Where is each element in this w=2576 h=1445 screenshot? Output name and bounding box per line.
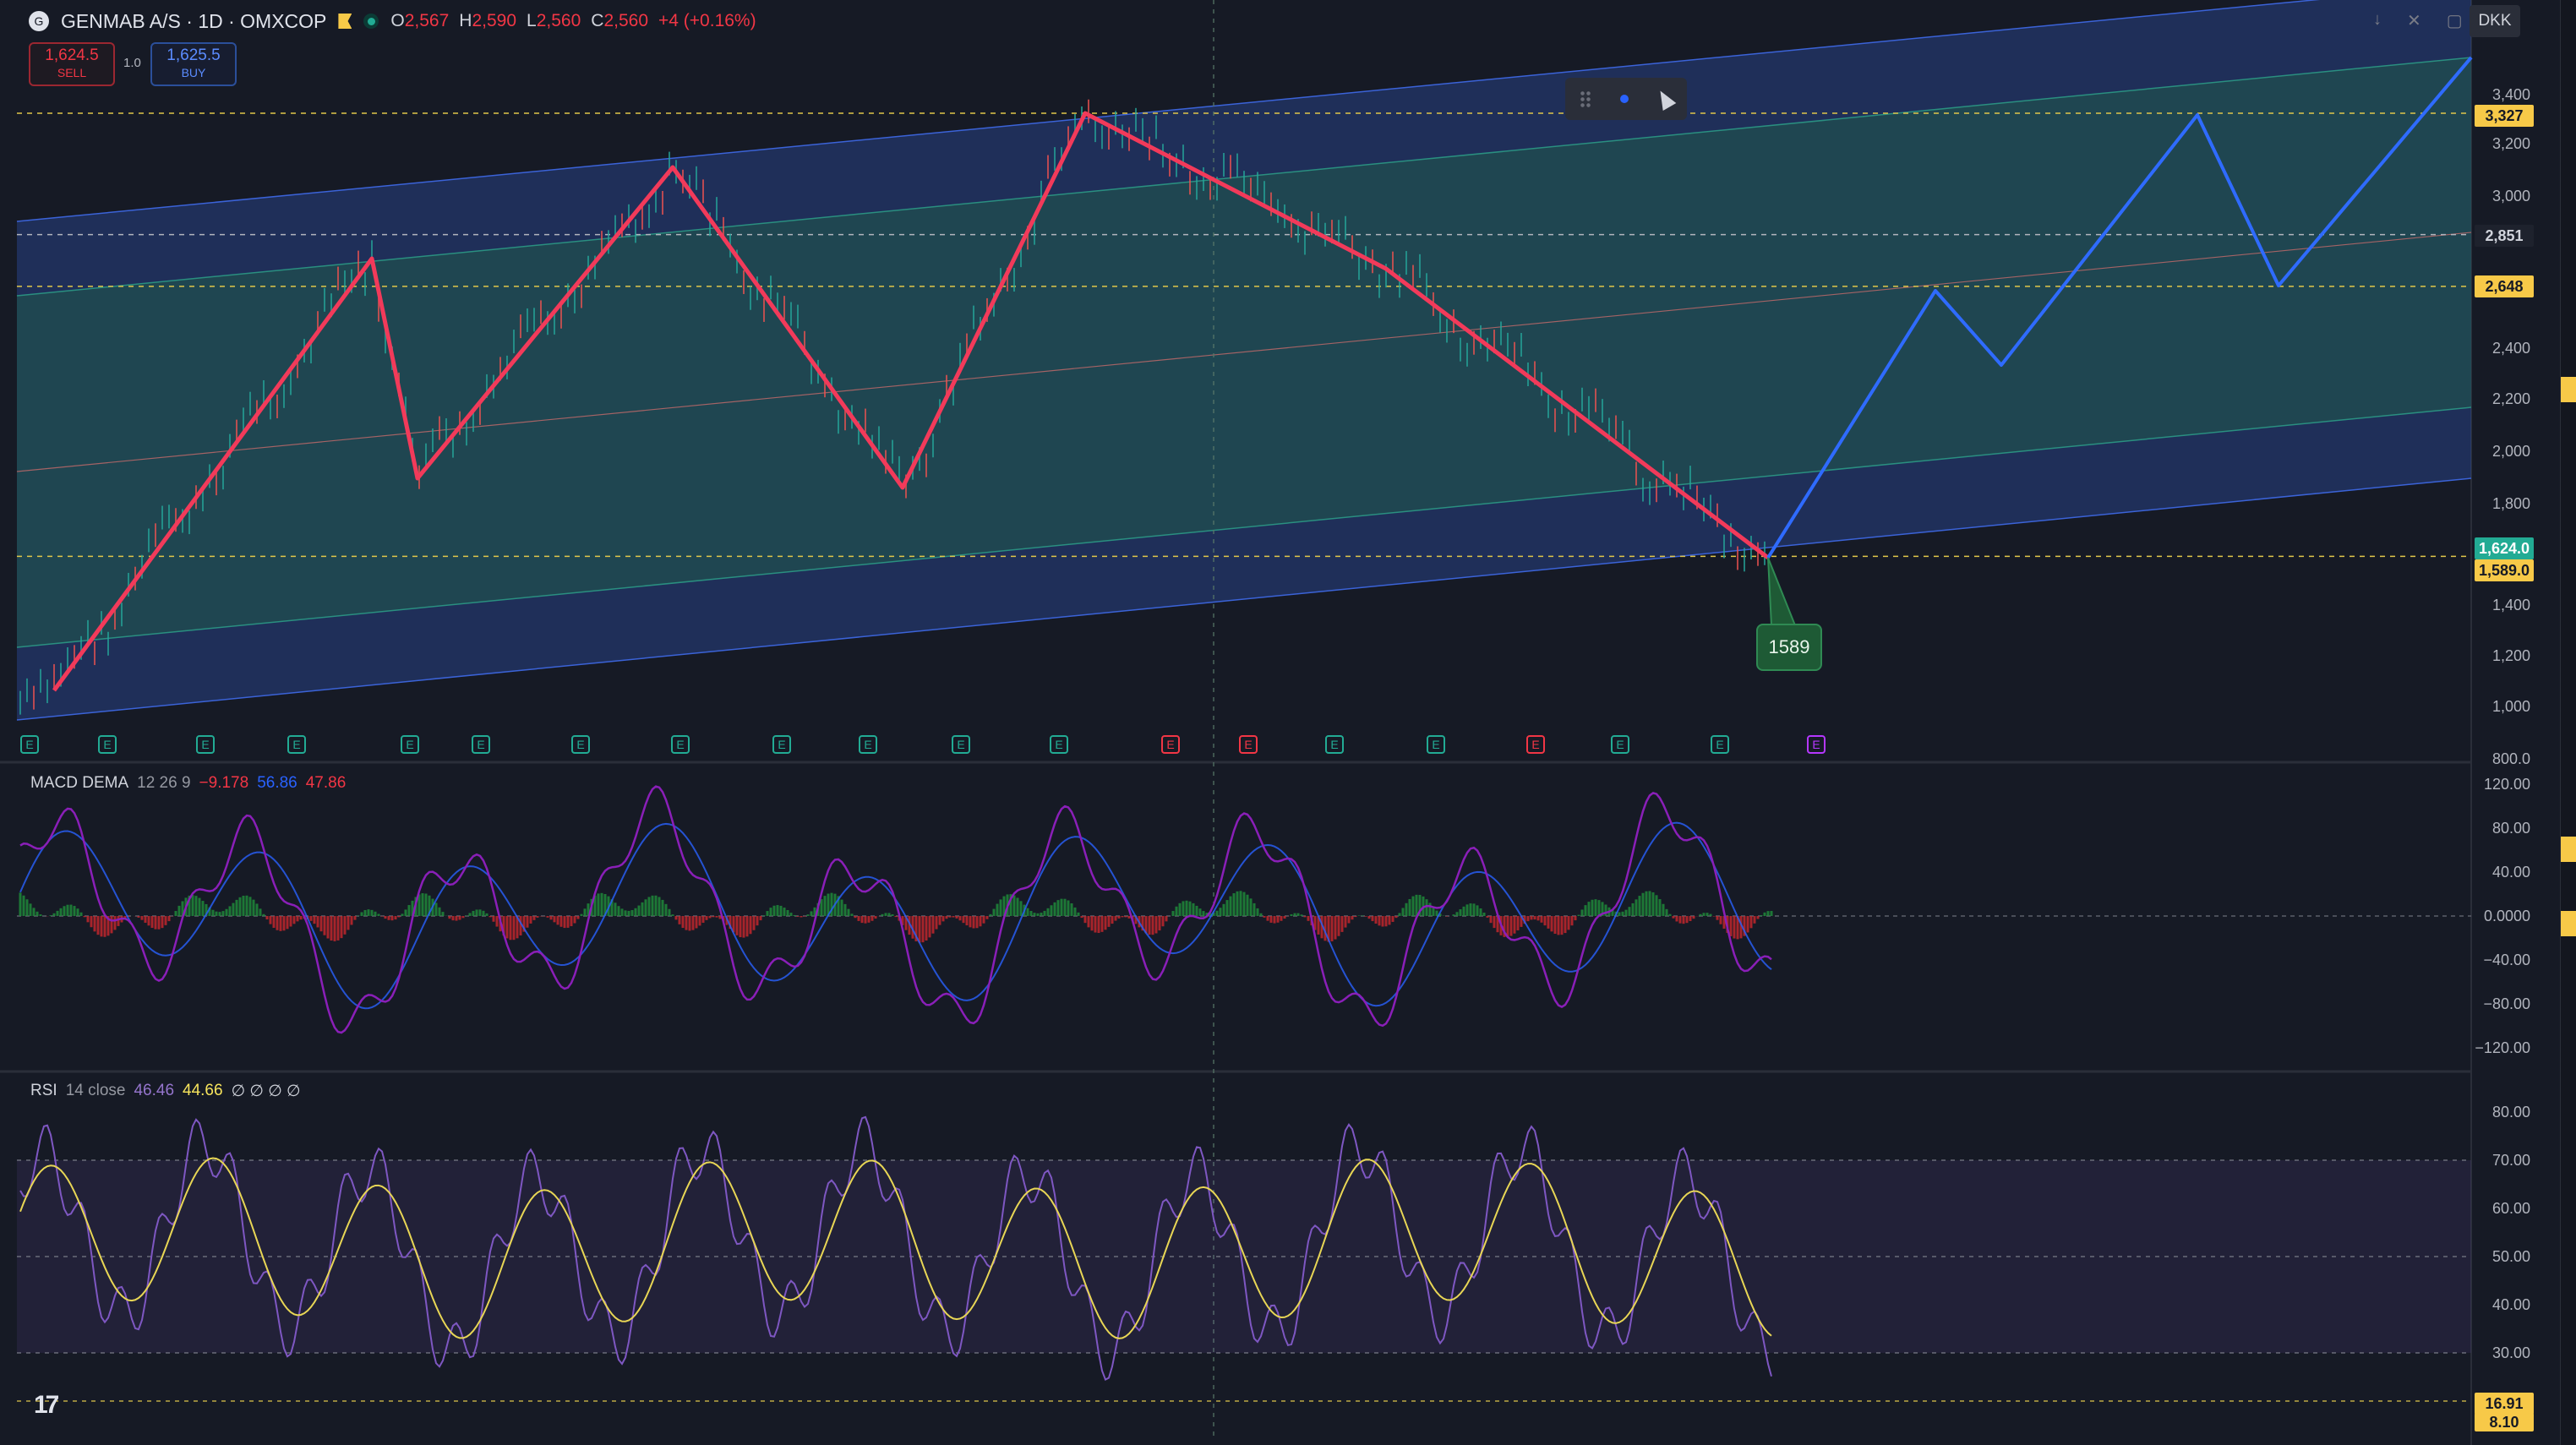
earnings-marker-icon[interactable]: E [859,735,877,754]
symbol-header: G GENMAB A/S · 1D · OMXCOP O2,567 H2,590… [29,8,756,34]
drag-handle-icon[interactable] [1580,90,1591,107]
earnings-marker-icon[interactable]: E [401,735,419,754]
macd-line [19,785,1772,1034]
collapse-icon[interactable]: ✕ [2407,10,2421,31]
macd-params: 12 26 9 [137,774,191,792]
arrow-down-icon[interactable]: ↓ [2373,10,2382,31]
buy-price: 1,625.5 [166,46,221,64]
macd-axis-label: 80.00 [2491,820,2530,837]
color-dot-icon[interactable] [1620,95,1629,103]
price-change: +4 (+0.16%) [658,11,756,30]
rsi-name: RSI [30,1082,57,1099]
sell-price: 1,624.5 [45,46,99,64]
earnings-marker-icon[interactable]: E [952,735,970,754]
ohlc-open: O2,567 [390,11,450,30]
rsi-tag-top: 16.91 [2475,1393,2534,1415]
price-axis-label: 1,200 [2491,647,2530,664]
price-callout[interactable]: 1589 [1756,624,1822,671]
macd-axis-label: −120.00 [2475,1039,2530,1056]
price-tag: 1,589.0 [2475,559,2534,581]
price-axis-label: 1,000 [2491,698,2530,715]
price-axis-label: 1,400 [2491,597,2530,613]
price-tag: 1,624.0 [2475,537,2534,559]
macd-axis-label: 0.0000 [2483,908,2530,924]
cursor-icon[interactable] [1653,86,1677,112]
macd-value-3: 47.86 [305,774,347,792]
macd-axis-label: 40.00 [2491,864,2530,881]
price-tag: 3,327 [2475,105,2534,127]
earnings-marker-icon[interactable]: E [1050,735,1068,754]
macd-axis-label: −40.00 [2483,952,2530,968]
buy-label: BUY [181,66,206,79]
maximize-icon[interactable]: ▢ [2447,10,2463,31]
price-axis-label: 2,400 [2491,340,2530,357]
rsi-value-1: 46.46 [134,1082,175,1099]
rsi-tag-bottom: 8.10 [2475,1413,2534,1431]
earnings-marker-icon[interactable]: E [472,735,490,754]
rsi-axis-label: 40.00 [2491,1296,2530,1313]
live-status-icon [363,14,379,29]
chart-canvas[interactable] [0,0,2576,1445]
earnings-marker-icon[interactable]: E [571,735,590,754]
earnings-marker-icon[interactable]: E [1807,735,1826,754]
earnings-marker-icon[interactable]: E [196,735,215,754]
macd-value-2: 56.86 [257,774,297,792]
price-axis-label: 3,000 [2491,188,2530,204]
rsi-axis-label: 80.00 [2491,1104,2530,1121]
macd-value-1: −9.178 [199,774,249,792]
sidebar-marker-3[interactable] [2561,911,2576,936]
rsi-value-2: 44.66 [183,1082,223,1099]
currency-button[interactable]: DKK [2470,5,2520,37]
price-axis-label: 3,200 [2491,135,2530,152]
rsi-axis-label: 50.00 [2491,1248,2530,1265]
sidebar-marker-1[interactable] [2561,377,2576,402]
tradingview-logo-icon[interactable]: 17 [34,1391,59,1420]
earnings-marker-icon[interactable]: E [772,735,791,754]
sidebar-marker-2[interactable] [2561,837,2576,862]
earnings-marker-icon[interactable]: E [1325,735,1344,754]
price-tag: 2,851 [2475,225,2534,247]
earnings-marker-icon[interactable]: E [98,735,117,754]
earnings-marker-icon[interactable]: E [1427,735,1445,754]
flag-icon[interactable] [338,14,352,29]
floating-drawing-toolbar[interactable] [1565,78,1687,120]
spread-value: 1.0 [123,56,141,70]
sell-button[interactable]: 1,624.5 SELL [29,42,115,86]
price-axis-label: 2,200 [2491,390,2530,407]
ohlc-low: L2,560 [527,11,581,30]
earnings-marker-icon[interactable]: E [287,735,306,754]
rsi-extra: ∅ ∅ ∅ ∅ [231,1082,301,1100]
genmab-logo-icon: G [29,11,49,31]
earnings-marker-icon[interactable]: E [671,735,690,754]
sell-label: SELL [57,66,87,79]
price-axis-label: 800.0 [2491,750,2530,767]
macd-name: MACD DEMA [30,774,129,792]
price-axis-label: 2,000 [2491,443,2530,460]
earnings-marker-icon[interactable]: E [1711,735,1729,754]
price-axis-label: 1,800 [2491,495,2530,512]
rsi-axis-label: 30.00 [2491,1344,2530,1361]
rsi-legend[interactable]: RSI 14 close 46.46 44.66 ∅ ∅ ∅ ∅ [30,1082,301,1101]
buy-button[interactable]: 1,625.5 BUY [150,42,237,86]
price-axis-label: 3,400 [2491,86,2530,103]
price-tag: 2,648 [2475,275,2534,297]
macd-axis-label: 120.00 [2483,776,2530,793]
rsi-params: 14 close [65,1082,126,1099]
right-sidebar[interactable] [2560,0,2576,1445]
earnings-marker-icon[interactable]: E [1239,735,1258,754]
earnings-marker-icon[interactable]: E [1611,735,1629,754]
earnings-marker-icon[interactable]: E [1526,735,1545,754]
ohlc-high: H2,590 [459,11,517,30]
ohlc-values: O2,567 H2,590 L2,560 C2,560 +4 (+0.16%) [390,11,756,31]
pane-controls: ↓ ✕ ▢ [2373,10,2463,31]
macd-axis-label: −80.00 [2483,995,2530,1012]
rsi-axis-label: 70.00 [2491,1152,2530,1169]
earnings-marker-icon[interactable]: E [1161,735,1180,754]
macd-legend[interactable]: MACD DEMA 12 26 9 −9.178 56.86 47.86 [30,774,346,793]
earnings-marker-icon[interactable]: E [20,735,39,754]
rsi-axis-label: 60.00 [2491,1200,2530,1217]
symbol-title[interactable]: GENMAB A/S · 1D · OMXCOP [61,10,326,33]
ohlc-close: C2,560 [591,11,649,30]
